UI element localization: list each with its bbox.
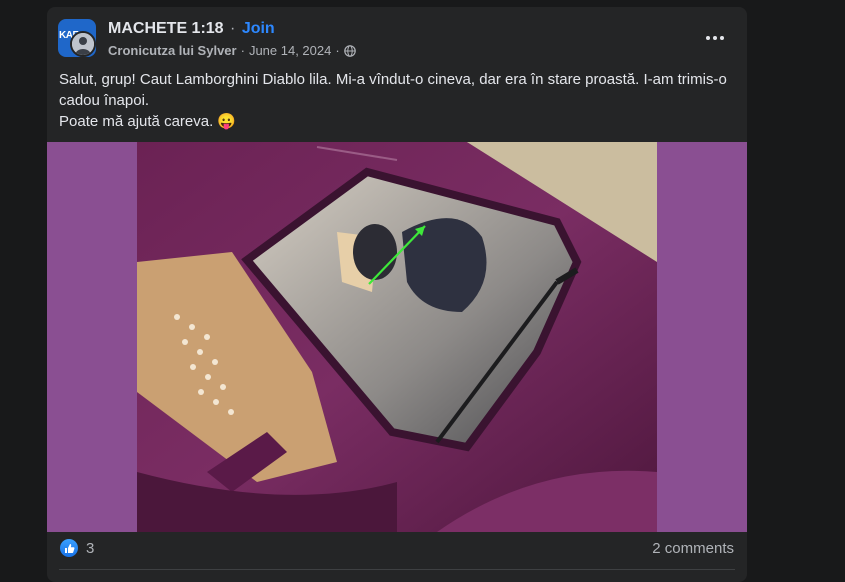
group-title-line: MACHETE 1:18 · Join: [108, 20, 275, 38]
post-date[interactable]: June 14, 2024: [249, 43, 331, 58]
post-card: KAF MACHETE 1:18 · Join Cronicutza lui S…: [47, 7, 747, 582]
post-meta: Cronicutza lui Sylver · June 14, 2024 ·: [108, 43, 356, 58]
post-text-line-2: Poate mă ajută careva. 😛: [59, 113, 237, 130]
post-text: Salut, grup! Caut Lamborghini Diablo lil…: [59, 69, 735, 132]
join-button[interactable]: Join: [242, 20, 275, 37]
post-header: KAF MACHETE 1:18 · Join Cronicutza lui S…: [47, 7, 747, 69]
more-options-button[interactable]: [699, 25, 731, 51]
post-text-line-1: Salut, grup! Caut Lamborghini Diablo lil…: [59, 71, 727, 109]
globe-icon: [343, 44, 356, 57]
group-name[interactable]: MACHETE 1:18: [108, 20, 224, 37]
separator-dot: ·: [335, 43, 340, 58]
reactions-summary[interactable]: 3: [60, 539, 94, 557]
comments-count[interactable]: 2 comments: [652, 540, 734, 557]
author-name[interactable]: Cronicutza lui Sylver: [108, 43, 237, 58]
reaction-count: 3: [86, 539, 95, 557]
like-icon: [60, 539, 78, 557]
group-avatar[interactable]: KAF: [58, 19, 96, 57]
car-photo[interactable]: [137, 142, 657, 532]
separator-dot: ·: [230, 20, 236, 37]
separator-dot: ·: [240, 43, 245, 58]
footer-divider: [59, 569, 735, 570]
author-avatar[interactable]: [70, 31, 96, 57]
more-options-icon: [706, 36, 710, 40]
post-photo-container[interactable]: [47, 142, 747, 532]
